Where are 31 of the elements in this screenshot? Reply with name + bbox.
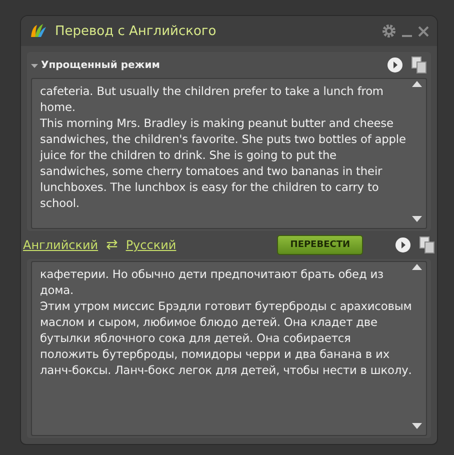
swap-languages-icon[interactable]: ⇄: [106, 237, 118, 253]
text-line: sandwiches, the children's favorite. She puts two bottles of apple: [40, 131, 407, 147]
settings-icon[interactable]: [382, 24, 396, 38]
copy-icon[interactable]: [419, 236, 435, 254]
source-language-link[interactable]: Английский: [23, 238, 98, 252]
translate-button[interactable]: ПЕРЕВЕСТИ: [277, 235, 363, 255]
window-title: Перевод с Английского: [55, 24, 218, 38]
text-line: кафетерии. Но обычно дети предпочитают брать обед из: [40, 266, 385, 282]
text-line: lunchboxes. The lunchbox is easy for the children to carry to: [40, 179, 380, 195]
target-language-link[interactable]: Русский: [126, 238, 176, 252]
caret-icon: [31, 62, 38, 68]
text-line: This morning Mrs. Bradley is making peanut butter and cheese: [40, 115, 394, 131]
play-icon[interactable]: [395, 237, 411, 253]
play-icon[interactable]: [387, 57, 403, 73]
text-line: school.: [40, 195, 80, 211]
scroll-down-icon[interactable]: [412, 423, 422, 429]
text-line: маслом и сыром, любимое блюдо детей. Она кладет две: [40, 314, 378, 330]
text-line: дома.: [40, 282, 75, 298]
simple-mode-toggle[interactable]: Упрощенный режим: [31, 60, 381, 70]
logo-icon: [29, 23, 47, 39]
text-line: home.: [40, 99, 76, 115]
text-line: положить бутерброды, помидоры черри и два банана в их: [40, 346, 390, 362]
copy-icon[interactable]: [411, 56, 427, 74]
scroll-down-icon[interactable]: [412, 216, 422, 222]
scroll-up-icon[interactable]: [412, 264, 422, 270]
scroll-up-icon[interactable]: [412, 81, 422, 87]
close-icon[interactable]: [418, 26, 429, 36]
text-line: cafeteria. But usually the children prefer to take a lunch from: [40, 83, 384, 99]
text-line: sandwiches, some cherry tomatoes and two bananas in their: [40, 163, 384, 179]
text-line: бутылки яблочного сока для детей. Она собирается: [40, 330, 352, 346]
text-line: juice for the children to drink. She is going to put the: [40, 147, 338, 163]
